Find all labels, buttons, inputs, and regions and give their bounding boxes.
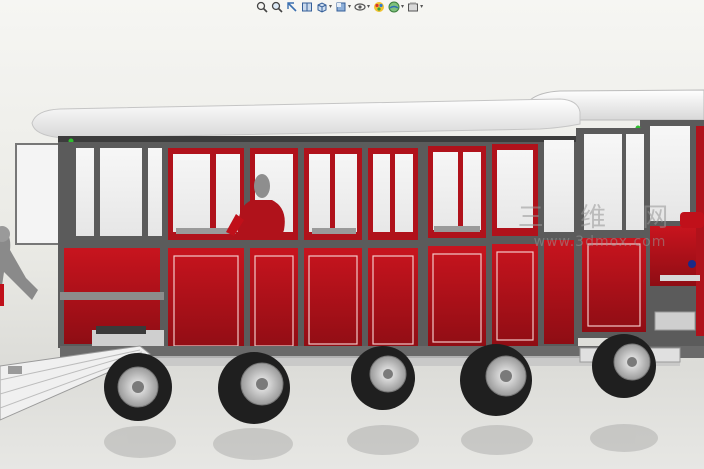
wheel: [351, 346, 415, 410]
hide-show-items-button[interactable]: ▾: [353, 1, 371, 14]
chevron-down-icon: ▾: [348, 3, 352, 10]
floor-reflection: [104, 424, 658, 460]
zoom-to-area-button[interactable]: [270, 1, 284, 14]
zoom-to-fit-icon: [256, 1, 268, 13]
view-orientation-icon: [317, 2, 327, 13]
apply-scene-button[interactable]: ▾: [387, 1, 405, 14]
watermark-cjk: 三 维 网: [517, 203, 683, 233]
wheel: [218, 352, 290, 424]
zoom-to-area-icon: [271, 1, 283, 13]
view-settings-icon: [408, 2, 419, 12]
wheel: [460, 344, 532, 416]
chevron-down-icon: ▾: [420, 3, 424, 10]
wheel: [592, 334, 656, 398]
wheel: [104, 353, 172, 421]
apply-scene-icon: [388, 1, 400, 13]
hide-show-items-icon: [354, 3, 366, 11]
lower-panels: [168, 240, 574, 354]
watermark-url: www.3dmox.com: [533, 234, 667, 250]
previous-view-icon: [287, 2, 297, 12]
chevron-down-icon: ▾: [401, 3, 405, 10]
edit-appearance-button[interactable]: [372, 1, 386, 14]
view-settings-button[interactable]: ▾: [406, 1, 424, 14]
chevron-down-icon: ▾: [367, 3, 371, 10]
edit-appearance-icon: [374, 2, 385, 12]
zoom-to-fit-button[interactable]: [255, 1, 269, 14]
graphics-viewport[interactable]: ▾ ▾ ▾ ▾ ▾ 三 维 网 www.3dmox.com: [0, 0, 704, 469]
section-view-icon: [302, 2, 312, 12]
chevron-down-icon: ▾: [329, 3, 333, 10]
display-style-button[interactable]: ▾: [334, 1, 352, 14]
display-style-icon: [336, 2, 346, 12]
previous-view-button[interactable]: [285, 1, 299, 14]
section-view-button[interactable]: [300, 1, 314, 14]
view-orientation-button[interactable]: ▾: [315, 1, 333, 14]
main-roof: [31, 98, 581, 139]
heads-up-view-toolbar: ▾ ▾ ▾ ▾ ▾: [255, 0, 424, 14]
watermark: 三 维 网 www.3dmox.com: [508, 204, 692, 252]
